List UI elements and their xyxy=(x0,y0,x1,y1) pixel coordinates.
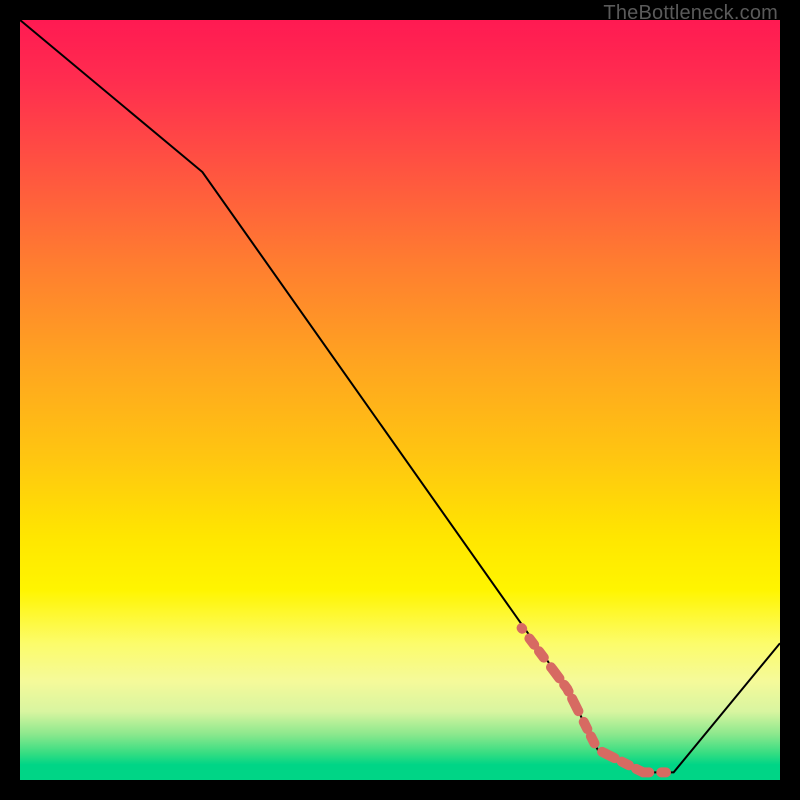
watermark-label: TheBottleneck.com xyxy=(603,2,778,25)
chart-background-gradient xyxy=(20,20,780,780)
